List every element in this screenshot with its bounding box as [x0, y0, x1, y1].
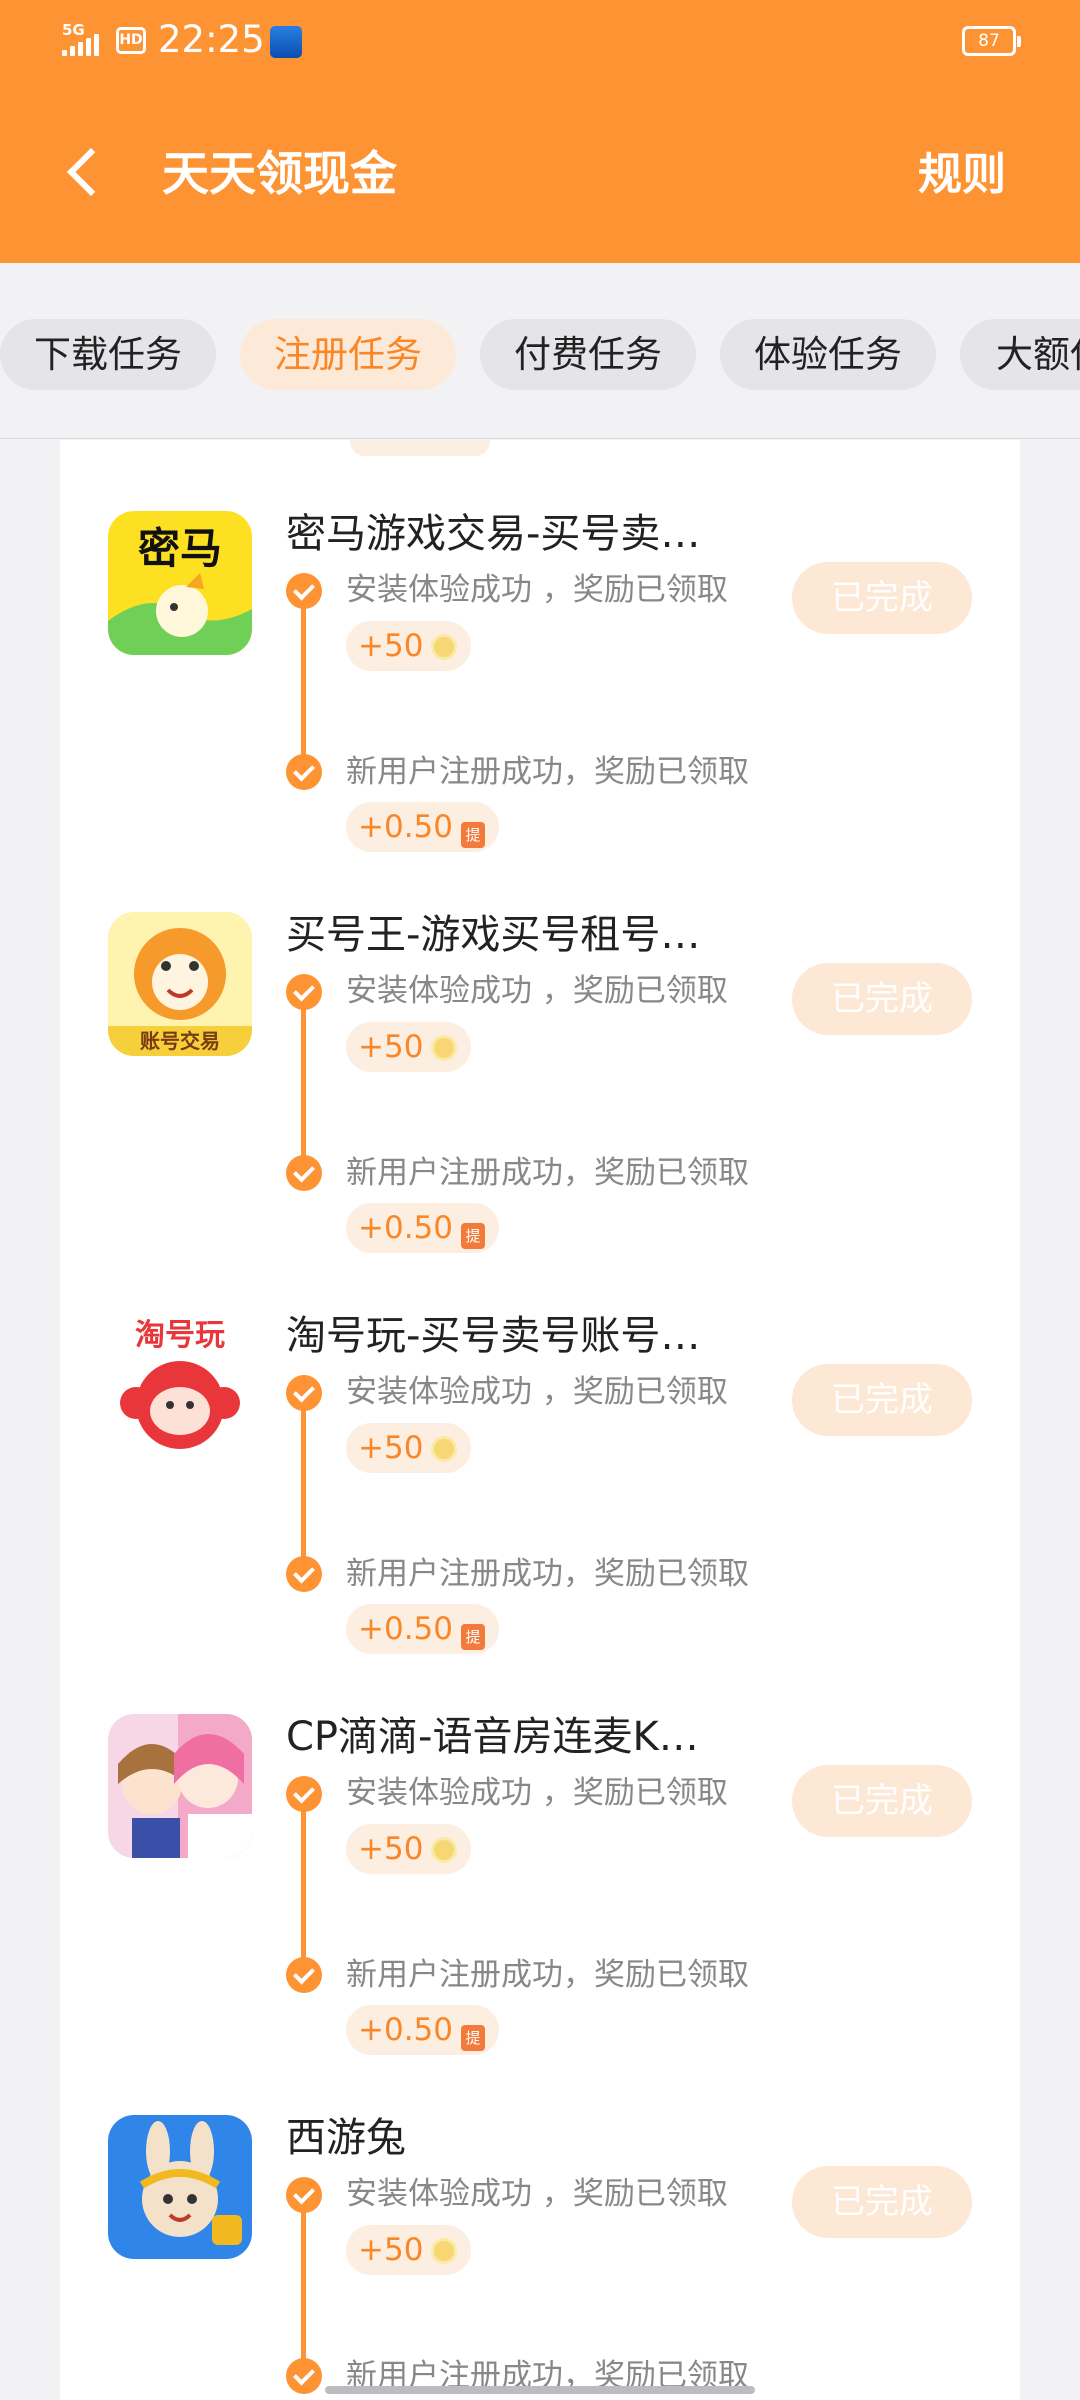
step-register: 新用户注册成功，奖励已领取 — [346, 1957, 749, 1993]
tab-paid[interactable]: 付费任务 — [480, 319, 696, 390]
completed-button[interactable]: 已完成 — [792, 1765, 972, 1837]
step-install: 安装体验成功 ，奖励已领取 — [346, 1374, 728, 1410]
app-name[interactable]: 买号王-游戏买号租号… — [286, 909, 700, 961]
status-bar: 5G HD 22:25 87 — [0, 0, 1080, 84]
reward-amount: +50 — [358, 1831, 424, 1867]
reward-amount: +50 — [358, 628, 424, 664]
check-icon — [286, 754, 322, 790]
step-install: 安装体验成功 ，奖励已领取 — [346, 2176, 728, 2212]
completed-button[interactable]: 已完成 — [792, 562, 972, 634]
status-time: 22:25 — [158, 18, 265, 61]
battery-level: 87 — [978, 31, 1000, 51]
coin-icon — [431, 2238, 458, 2264]
tab-register[interactable]: 注册任务 — [240, 319, 456, 390]
svg-text:淘号玩: 淘号玩 — [135, 1318, 225, 1353]
reward-coins: +50 — [346, 1022, 472, 1072]
app-name[interactable]: 西游兔 — [286, 2112, 406, 2164]
app-icon-taohaowan[interactable]: 淘号玩 — [108, 1313, 252, 1457]
step-install: 安装体验成功 ，奖励已领取 — [346, 973, 728, 1009]
network-label: 5G — [62, 21, 85, 39]
back-icon[interactable] — [60, 143, 108, 203]
completed-button[interactable]: 已完成 — [792, 963, 972, 1035]
svg-text:密马: 密马 — [138, 524, 222, 573]
check-icon — [286, 1155, 322, 1191]
reward-amount: +50 — [358, 1430, 424, 1466]
reward-coins: +50 — [346, 1824, 472, 1874]
reward-amount: +0.50 — [358, 1611, 453, 1647]
tabs-divider — [0, 438, 1080, 439]
tab-experience[interactable]: 体验任务 — [720, 319, 936, 390]
reward-coins: +50 — [346, 621, 472, 671]
coin-icon — [431, 1837, 458, 1863]
step-register: 新用户注册成功，奖励已领取 — [346, 1556, 749, 1592]
check-icon — [286, 974, 322, 1010]
check-icon — [286, 1957, 322, 1993]
reward-amount: +50 — [358, 2232, 424, 2268]
reward-amount: +50 — [358, 1029, 424, 1065]
list-item[interactable]: 淘号玩 淘号玩-买号卖号账号… 安装体验成功 ，奖励已领取 +50 新用户注册成… — [60, 1242, 1020, 1654]
check-icon — [286, 1556, 322, 1592]
battery-icon: 87 — [962, 26, 1021, 56]
app-icon-cpdidi[interactable] — [108, 1714, 252, 1858]
tab-large-amount[interactable]: 大额任务 — [960, 319, 1080, 390]
page-title: 天天领现金 — [162, 147, 397, 202]
tab-download[interactable]: 下载任务 — [0, 319, 216, 390]
rules-button[interactable]: 规则 — [918, 145, 1006, 205]
check-icon — [286, 1776, 322, 1812]
reward-coins: +50 — [346, 1423, 472, 1473]
coin-icon — [431, 1035, 458, 1061]
app-header: 5G HD 22:25 87 天天领现金 规则 — [0, 0, 1080, 263]
app-name[interactable]: 淘号玩-买号卖号账号… — [286, 1310, 700, 1362]
step-register: 新用户注册成功，奖励已领取 — [346, 754, 749, 790]
list-item[interactable]: 密马 密马游戏交易-买号卖… 安装体验成功 ，奖励已领取 +50 新用户注册成功… — [60, 440, 1020, 852]
reward-amount: +0.50 — [358, 1210, 453, 1246]
list-item[interactable]: 账号交易 买号王-游戏买号租号… 安装体验成功 ，奖励已领取 +50 新用户注册… — [60, 841, 1020, 1253]
app-icon-xiyoutu[interactable] — [108, 2115, 252, 2259]
reward-coins: +50 — [346, 2225, 472, 2275]
hd-icon: HD — [116, 27, 146, 54]
check-icon — [286, 1375, 322, 1411]
completed-button[interactable]: 已完成 — [792, 1364, 972, 1436]
completed-button[interactable]: 已完成 — [792, 2166, 972, 2238]
reward-amount: +0.50 — [358, 2012, 453, 2048]
notification-app-icon — [270, 26, 302, 58]
check-icon — [286, 573, 322, 609]
check-icon — [286, 2177, 322, 2213]
step-install: 安装体验成功 ，奖励已领取 — [346, 572, 728, 608]
home-indicator[interactable] — [325, 2386, 755, 2394]
coin-icon — [431, 1436, 458, 1462]
signal-icon: 5G — [62, 22, 110, 58]
step-install: 安装体验成功 ，奖励已领取 — [346, 1775, 728, 1811]
app-icon-maihaowang[interactable]: 账号交易 — [108, 912, 252, 1056]
app-name[interactable]: 密马游戏交易-买号卖… — [286, 508, 700, 560]
task-tabs: 下载任务 注册任务 付费任务 体验任务 大额任务 — [0, 263, 1080, 439]
list-item[interactable]: 西游兔 安装体验成功 ，奖励已领取 +50 新用户注册成功，奖励已领取 已完成 — [60, 2044, 1020, 2400]
app-name[interactable]: CP滴滴-语音房连麦K… — [286, 1711, 699, 1763]
reward-amount: +0.50 — [358, 809, 453, 845]
step-register: 新用户注册成功，奖励已领取 — [346, 1155, 749, 1191]
check-icon — [286, 2358, 322, 2394]
svg-text:账号交易: 账号交易 — [140, 1029, 220, 1053]
task-list[interactable]: 密马 密马游戏交易-买号卖… 安装体验成功 ，奖励已领取 +50 新用户注册成功… — [60, 440, 1020, 2400]
list-item[interactable]: CP滴滴-语音房连麦K… 安装体验成功 ，奖励已领取 +50 新用户注册成功，奖… — [60, 1643, 1020, 2055]
app-icon-mima[interactable]: 密马 — [108, 511, 252, 655]
coin-icon — [431, 634, 458, 660]
